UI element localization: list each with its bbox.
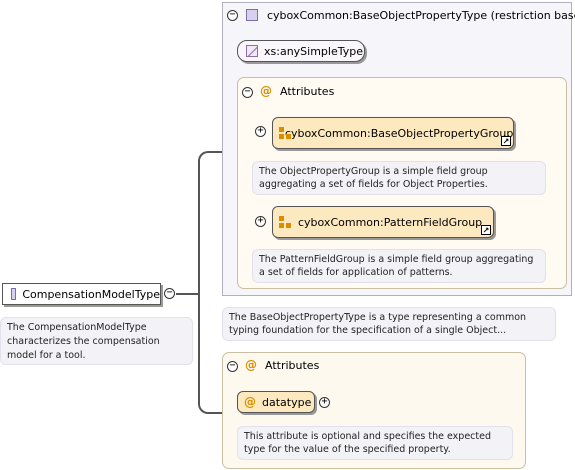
collapse-attributes-icon[interactable]: − [242,87,253,98]
expand-group-icon[interactable]: + [255,126,266,137]
connector-root [176,293,200,295]
expand-group-icon[interactable]: + [255,216,266,227]
attribute-group-icon [279,215,292,229]
group-name: cyboxCommon:BaseObjectPropertyGroup [285,126,514,140]
attributes-label: Attributes [280,85,335,98]
attribute-name: datatype [262,395,312,409]
compensation-model-type-element[interactable]: CompensationModelType [2,283,161,305]
collapse-root-icon[interactable]: − [164,288,175,299]
complex-type-icon [246,9,258,21]
simple-type-box[interactable]: xs:anySimpleType [237,40,365,62]
datatype-attribute[interactable]: @ datatype [237,391,315,413]
group-name: cyboxCommon:PatternFieldGroup [298,215,483,229]
element-name: CompensationModelType [22,287,160,301]
simple-type-icon [246,45,258,57]
simple-type-name: xs:anySimpleType [264,44,363,58]
at-sign-icon: @ [245,358,257,372]
group-doc: The ObjectPropertyGroup is a simple fiel… [252,161,546,195]
restriction-title: cyboxCommon:BaseObjectPropertyType (rest… [267,9,575,22]
restriction-doc: The BaseObjectPropertyType is a type rep… [222,307,556,341]
base-object-property-group[interactable]: cyboxCommon:BaseObjectPropertyGroup ↗ [272,117,514,149]
pattern-field-group[interactable]: cyboxCommon:PatternFieldGroup ↗ [272,206,494,238]
restriction-attributes-panel: − @ Attributes + cyboxCommon:BaseObjectP… [237,77,567,289]
attribute-doc: This attribute is optional and specifies… [237,426,513,460]
link-arrow-icon[interactable]: ↗ [501,136,511,146]
root-element-doc: The CompensationModelType characterizes … [0,317,193,365]
collapse-restriction-icon[interactable]: − [227,10,238,21]
expand-attribute-icon[interactable]: + [319,397,330,408]
at-sign-icon: @ [244,395,256,409]
at-sign-icon: @ [260,84,272,98]
group-doc: The PatternFieldGroup is a simple field … [252,249,546,283]
link-arrow-icon[interactable]: ↗ [481,225,491,235]
restriction-panel: − cyboxCommon:BaseObjectPropertyType (re… [222,2,575,296]
complex-type-icon [11,288,17,300]
attributes-panel: − @ Attributes @ datatype + This attribu… [222,352,526,469]
attributes-label: Attributes [265,359,320,372]
collapse-attributes-icon[interactable]: − [227,361,238,372]
